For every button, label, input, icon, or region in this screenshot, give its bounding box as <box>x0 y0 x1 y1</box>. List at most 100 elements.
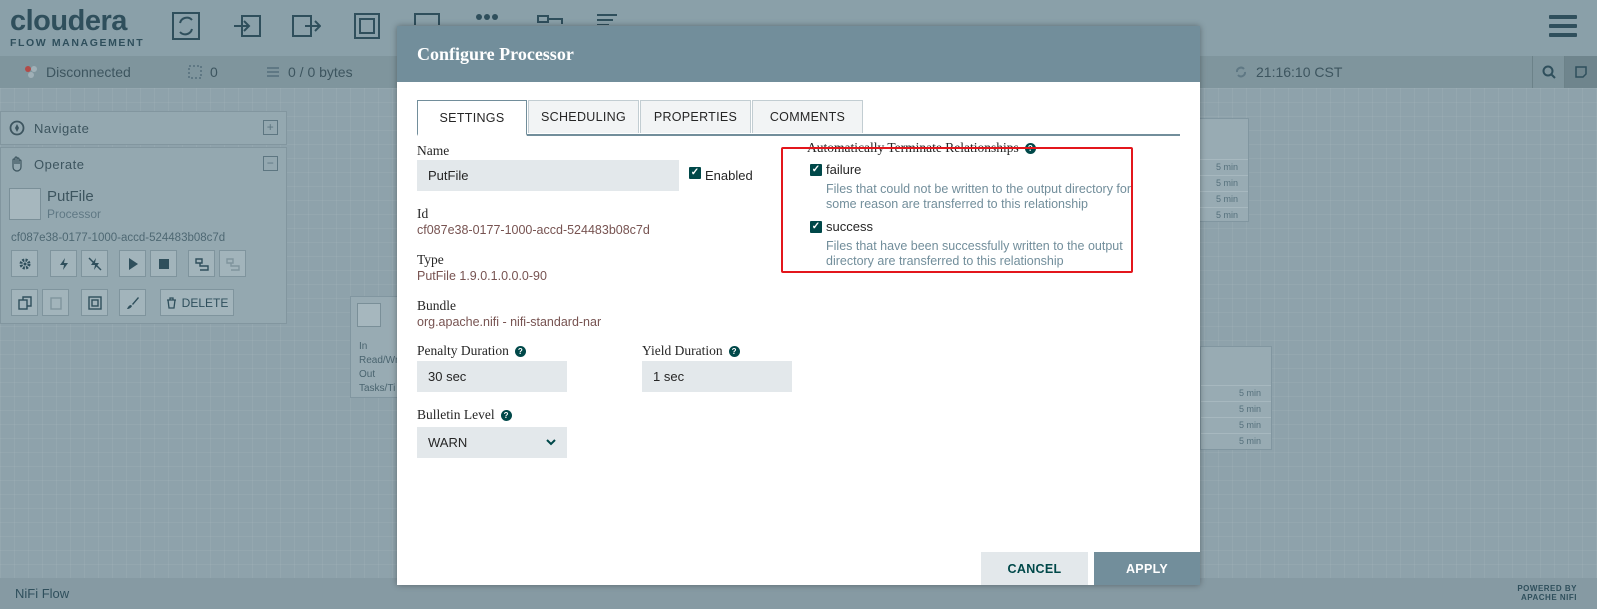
bulletin-level-select[interactable]: WARN <box>417 427 567 458</box>
output-port-icon[interactable] <box>291 11 322 41</box>
operate-panel-header[interactable]: Operate − <box>1 148 286 180</box>
card-label-in: In <box>359 341 368 352</box>
play-icon <box>128 257 138 270</box>
queued-text: 0 / 0 bytes <box>288 64 353 80</box>
tab-settings[interactable]: SETTINGS <box>417 100 527 136</box>
selected-component-id: cf087e38-0177-1000-accd-524483b08c7d <box>11 232 226 244</box>
canvas-processor-card[interactable]: 5 min 5 min 5 min 5 min <box>1195 118 1249 222</box>
expand-icon[interactable]: + <box>263 120 278 135</box>
id-value: cf087e38-0177-1000-accd-524483b08c7d <box>417 223 650 237</box>
global-menu-icon[interactable] <box>1549 15 1577 42</box>
dialog-title: Configure Processor <box>397 26 1200 82</box>
refresh-icon[interactable] <box>1234 65 1248 79</box>
template-icon[interactable] <box>535 11 565 25</box>
id-label: Id <box>417 206 429 221</box>
apply-button[interactable]: APPLY <box>1094 552 1200 585</box>
powered-by-logo: POWERED BY APACHE NIFI <box>1517 584 1577 602</box>
name-input[interactable] <box>417 160 679 191</box>
tab-scheduling[interactable]: SCHEDULING <box>528 100 639 133</box>
threads-count: 0 <box>210 64 218 80</box>
delete-button[interactable]: DELETE <box>160 289 234 316</box>
disable-button[interactable] <box>81 250 108 277</box>
group-button[interactable] <box>81 289 108 316</box>
bulletin-level-label-text: Bulletin Level <box>417 407 495 422</box>
chevron-down-icon <box>546 439 556 446</box>
paintbrush-icon <box>126 296 139 309</box>
enable-button[interactable] <box>50 250 77 277</box>
search-button[interactable] <box>1532 56 1565 88</box>
delete-label: DELETE <box>181 295 229 310</box>
card-label-readwrite: Read/Wr <box>359 355 399 366</box>
tab-comments[interactable]: COMMENTS <box>752 100 863 133</box>
remote-process-group-icon[interactable] <box>412 11 442 25</box>
lightning-icon <box>59 257 68 270</box>
card-label-out: Out <box>359 369 376 380</box>
enabled-checkbox[interactable]: ✓ <box>689 167 701 179</box>
operate-panel-title: Operate <box>34 156 85 172</box>
powered-by-line2: APACHE NIFI <box>1520 593 1577 602</box>
cluster-icon <box>25 66 37 78</box>
input-port-icon[interactable] <box>232 11 262 41</box>
tab-properties[interactable]: PROPERTIES <box>640 100 751 133</box>
start-button[interactable] <box>119 250 146 277</box>
brand-subtitle: FLOW MANAGEMENT <box>10 37 145 49</box>
collapse-icon[interactable]: − <box>263 156 278 171</box>
card-stat-row: 5 min <box>1196 159 1248 175</box>
note-icon <box>1575 66 1587 78</box>
process-group-icon[interactable] <box>352 11 382 41</box>
label-icon[interactable] <box>595 11 625 25</box>
type-label: Type <box>417 252 444 267</box>
cancel-button[interactable]: CANCEL <box>981 552 1088 585</box>
bulletin-level-label: Bulletin Level? <box>417 407 512 423</box>
lightning-slash-icon <box>87 256 102 271</box>
help-icon[interactable]: ? <box>728 346 740 357</box>
queued-data: 0 / 0 bytes <box>266 64 353 80</box>
help-icon[interactable]: ? <box>514 346 526 357</box>
card-stat-row: 5 min <box>1201 401 1271 417</box>
breadcrumb-root[interactable]: NiFi Flow <box>15 586 69 601</box>
copy-button[interactable] <box>11 289 38 316</box>
canvas-processor-card[interactable]: 5 min 5 min 5 min 5 min <box>1200 346 1272 450</box>
dialog-tabs: SETTINGS SCHEDULING PROPERTIES COMMENTS <box>417 100 1180 136</box>
help-icon[interactable]: ? <box>500 410 512 421</box>
queue-icon <box>267 67 279 77</box>
group-icon <box>87 295 102 310</box>
cluster-status: Disconnected <box>24 64 131 80</box>
configure-button[interactable] <box>11 250 38 277</box>
configure-processor-dialog: Configure Processor SETTINGS SCHEDULING … <box>397 26 1200 585</box>
create-template-button[interactable] <box>188 250 215 277</box>
upload-template-button[interactable] <box>219 250 246 277</box>
stop-button[interactable] <box>150 250 177 277</box>
card-stat-row: 5 min <box>1196 175 1248 191</box>
funnel-icon[interactable] <box>472 11 502 25</box>
refresh-status: 21:16:10 CST <box>1234 64 1342 80</box>
bundle-value: org.apache.nifi - nifi-standard-nar <box>417 315 602 329</box>
highlight-annotation-box <box>781 147 1133 273</box>
template-upload-icon <box>225 257 240 271</box>
bulletin-board-button[interactable] <box>1564 56 1597 88</box>
brand-name: cloudera <box>10 5 127 37</box>
penalty-duration-label-text: Penalty Duration <box>417 343 509 358</box>
processor-icon[interactable] <box>171 11 201 41</box>
copy-icon <box>17 295 32 310</box>
search-icon <box>1542 65 1556 79</box>
navigate-panel-header[interactable]: Navigate + <box>1 112 286 144</box>
powered-by-line1: POWERED BY <box>1517 584 1577 593</box>
yield-duration-input[interactable] <box>642 361 792 392</box>
card-stat-row: 5 min <box>1201 385 1271 401</box>
processor-icon <box>357 303 381 327</box>
hand-icon <box>12 156 22 172</box>
last-refreshed-time: 21:16:10 CST <box>1256 64 1343 80</box>
paste-button[interactable] <box>42 289 69 316</box>
card-stat-row: 5 min <box>1201 433 1271 449</box>
card-stat-row: 5 min <box>1196 207 1248 223</box>
enabled-label: Enabled <box>705 168 753 183</box>
connection-status-text: Disconnected <box>46 64 131 80</box>
penalty-duration-input[interactable] <box>417 361 567 392</box>
change-color-button[interactable] <box>119 289 146 316</box>
bulletin-level-value: WARN <box>428 435 468 450</box>
stop-icon <box>158 258 169 269</box>
template-icon <box>194 257 209 271</box>
paste-icon <box>49 296 62 310</box>
selected-component-type: Processor <box>47 207 102 221</box>
